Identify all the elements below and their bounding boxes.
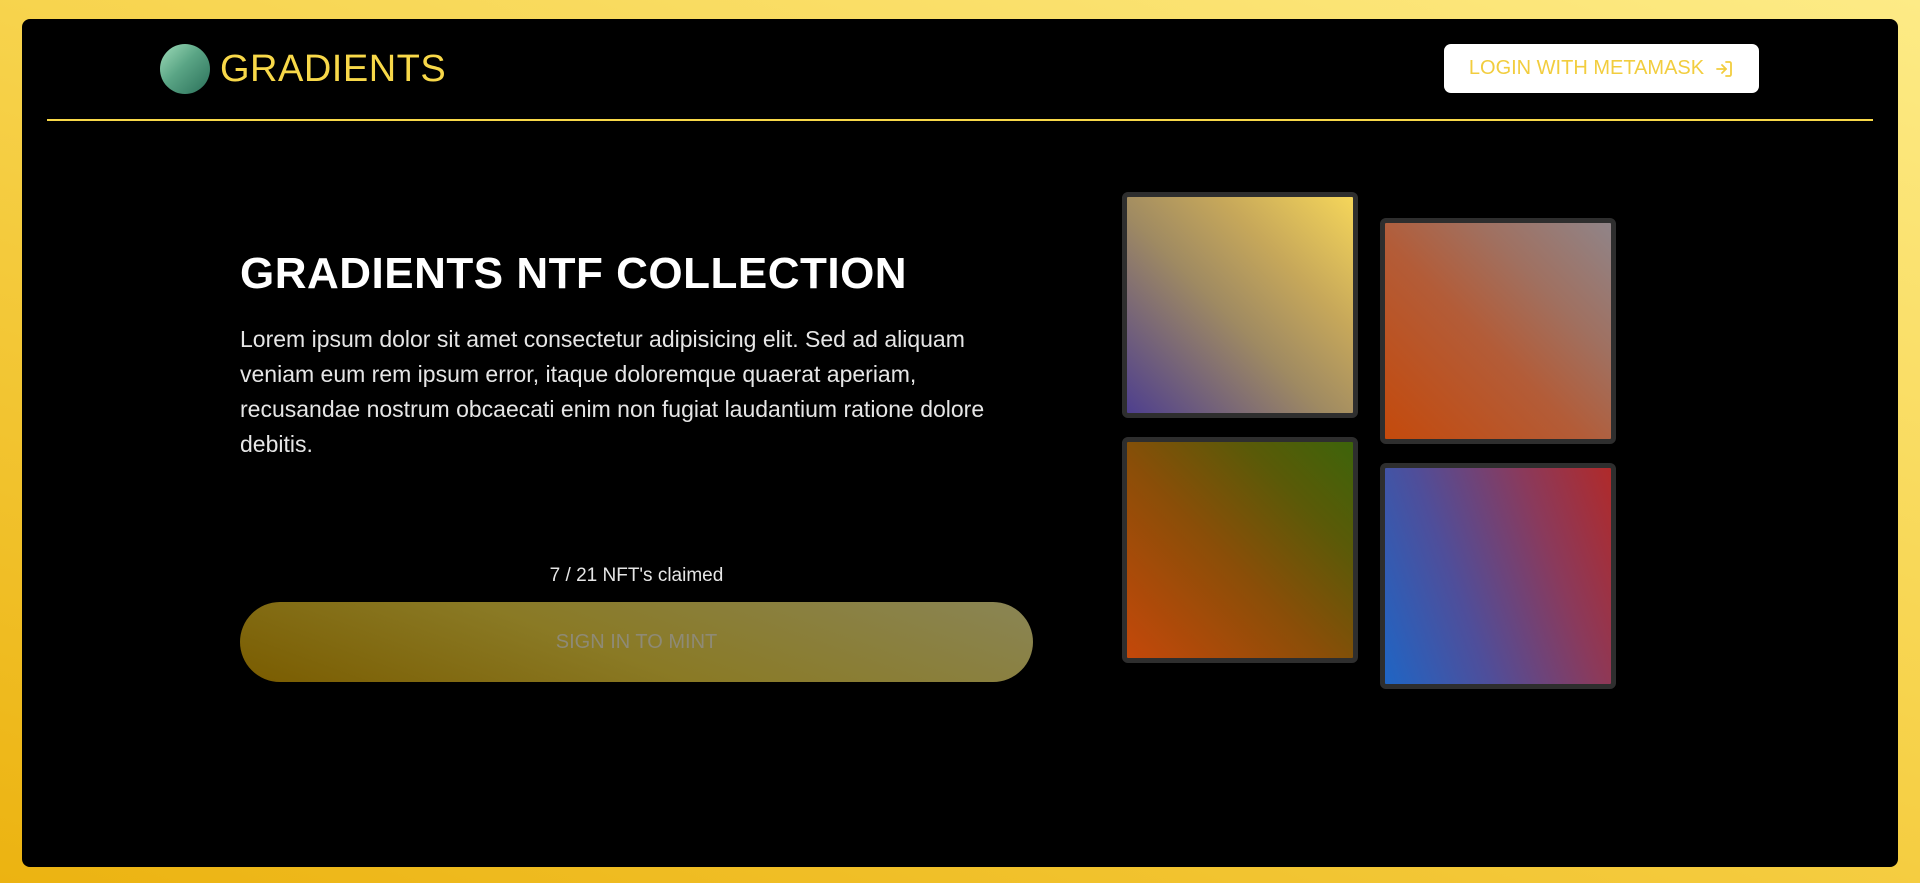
gradient-tile-3 — [1122, 437, 1358, 663]
claimed-count: 7 / 21 NFT's claimed — [549, 565, 724, 586]
hero-description: Lorem ipsum dolor sit amet consectetur a… — [240, 326, 985, 457]
app-frame: GRADIENTS LOGIN WITH METAMASK GRADIENTS … — [22, 19, 1898, 867]
page-title: GRADIENTS NTF COLLECTION — [240, 249, 908, 298]
login-button-label: LOGIN WITH METAMASK — [1468, 57, 1705, 79]
gradient-tile-4 — [1380, 463, 1616, 689]
gradient-orb-icon — [160, 44, 210, 94]
logo-text: GRADIENTS — [220, 48, 447, 90]
sign-in-arrow-icon — [1714, 59, 1734, 79]
header: GRADIENTS LOGIN WITH METAMASK — [22, 19, 1898, 121]
header-divider — [47, 119, 1873, 121]
login-with-metamask-button[interactable]: LOGIN WITH METAMASK — [1444, 44, 1759, 93]
sign-in-to-mint-button[interactable]: SIGN IN TO MINT — [240, 602, 1033, 682]
gradient-tile-1 — [1122, 192, 1358, 418]
gradient-tile-2 — [1380, 218, 1616, 444]
